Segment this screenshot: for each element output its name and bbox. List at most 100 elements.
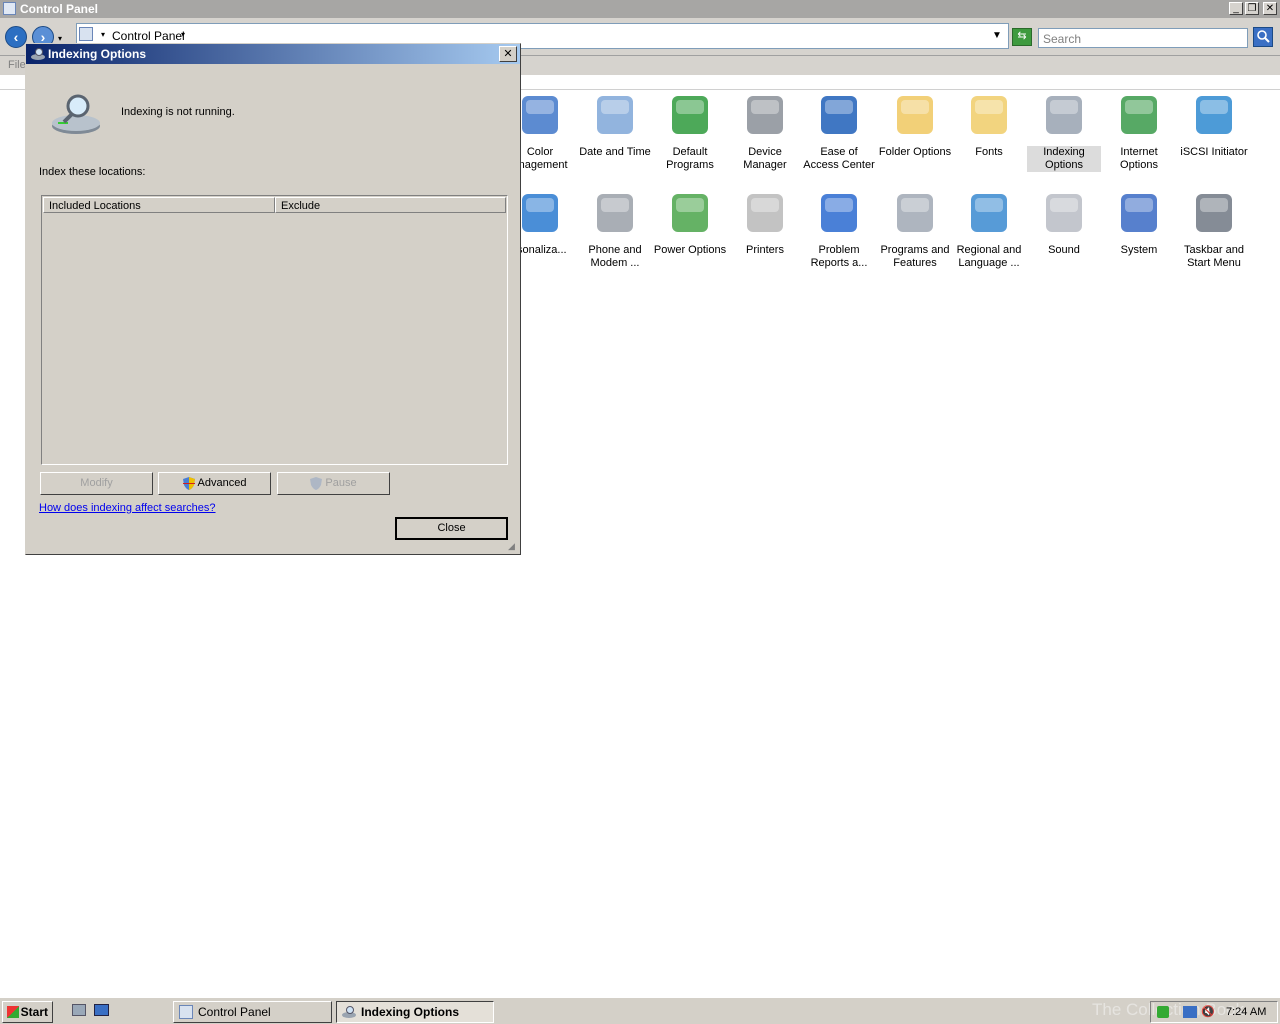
cp-item-label: Ease of Access Center (803, 146, 875, 171)
cp-item-taskbar-start[interactable]: Taskbar and Start Menu (1177, 190, 1251, 270)
sound-icon (1040, 190, 1088, 238)
security-tray-icon[interactable] (1157, 1006, 1169, 1018)
cp-item-label: iSCSI Initiator (1180, 146, 1248, 158)
uac-shield-icon (310, 476, 323, 490)
cp-item-iscsi[interactable]: iSCSI Initiator (1177, 92, 1251, 159)
indexing-status: Indexing is not running. (121, 106, 235, 118)
taskbar-control-panel[interactable]: Control Panel (173, 1001, 332, 1023)
cp-item-regional-language[interactable]: Regional and Language ... (952, 190, 1026, 270)
resize-grip-icon[interactable]: ◢ (508, 541, 515, 552)
dialog-title: Indexing Options (48, 47, 146, 61)
locations-list[interactable]: Included Locations Exclude (41, 195, 508, 465)
pause-button[interactable]: Pause (277, 472, 390, 495)
dialog-titlebar: Indexing Options ✕ (26, 44, 520, 64)
cp-item-label: Date and Time (579, 146, 651, 158)
column-header-included-locations[interactable]: Included Locations (43, 197, 275, 213)
network-tray-icon[interactable] (1183, 1006, 1197, 1018)
taskbar-indexing-options[interactable]: Indexing Options (336, 1001, 494, 1023)
printer-icon (741, 190, 789, 238)
clock[interactable]: 7:24 AM (1226, 1006, 1266, 1018)
address-dropdown-icon[interactable]: ▼ (992, 30, 1002, 41)
power-options-icon (666, 190, 714, 238)
search-icon[interactable] (1253, 27, 1273, 47)
iscsi-icon (1190, 92, 1238, 140)
windows-logo-icon (7, 1006, 19, 1018)
cp-item-sound[interactable]: Sound (1027, 190, 1101, 257)
refresh-icon[interactable]: ⇆ (1012, 28, 1032, 46)
breadcrumb[interactable]: Control Panel (112, 29, 185, 43)
cp-item-internet-options[interactable]: Internet Options (1102, 92, 1176, 172)
indexing-small-icon (30, 47, 46, 61)
maximize-button[interactable]: ❐ (1245, 2, 1259, 15)
internet-options-icon (1115, 92, 1163, 140)
cp-item-system[interactable]: System (1102, 190, 1176, 257)
recent-pages-chevron-icon[interactable]: ▾ (58, 34, 62, 43)
cp-item-phone-modem[interactable]: Phone and Modem ... (578, 190, 652, 270)
search-input[interactable]: Search (1038, 28, 1248, 48)
taskbar: Start Control Panel Indexing Options The… (0, 997, 1280, 1024)
window-title: Control Panel (20, 2, 99, 16)
cp-item-label: Power Options (653, 244, 727, 256)
cp-item-label: Printers (746, 244, 784, 256)
task-label: Control Panel (198, 1005, 271, 1019)
phone-modem-icon (591, 190, 639, 238)
breadcrumb-dropdown-icon[interactable]: ▾ (181, 30, 185, 39)
indexing-icon (1040, 92, 1088, 140)
cp-item-label: Problem Reports a... (810, 244, 868, 269)
device-manager-icon (741, 92, 789, 140)
indexing-icon (50, 92, 106, 138)
calendar-clock-icon (591, 92, 639, 140)
indexing-help-link[interactable]: How does indexing affect searches? (39, 502, 216, 514)
cp-item-problem-reports[interactable]: Problem Reports a... (802, 190, 876, 270)
menu-file[interactable]: File (8, 59, 26, 71)
cp-item-label: Folder Options (878, 146, 952, 158)
cp-item-label: Indexing Options (1027, 146, 1101, 172)
minimize-button[interactable]: _ (1229, 2, 1243, 15)
show-desktop-icon[interactable] (94, 1004, 109, 1016)
control-panel-small-icon (79, 27, 93, 41)
indexing-small-icon (341, 1005, 357, 1019)
cp-item-folder-options[interactable]: Folder Options (878, 92, 952, 159)
advanced-button-label: Advanced (197, 477, 247, 489)
color-management-icon (516, 92, 564, 140)
advanced-button[interactable]: Advanced (158, 472, 271, 495)
column-header-exclude[interactable]: Exclude (275, 197, 506, 213)
folder-options-icon (891, 92, 939, 140)
cp-item-label: Taskbar and Start Menu (1184, 244, 1244, 269)
modify-button[interactable]: Modify (40, 472, 153, 495)
dialog-close-action-button[interactable]: Close (395, 517, 508, 540)
cp-item-label: Regional and Language ... (956, 244, 1022, 269)
cp-item-ease-of-access[interactable]: Ease of Access Center (802, 92, 876, 172)
cp-item-default-programs[interactable]: Default Programs (653, 92, 727, 172)
regional-language-icon (965, 190, 1013, 238)
cp-item-printer[interactable]: Printers (728, 190, 802, 257)
server-manager-icon[interactable] (72, 1004, 86, 1016)
start-button[interactable]: Start (2, 1001, 53, 1023)
control-panel-small-icon (179, 1005, 193, 1019)
ease-of-access-icon (815, 92, 863, 140)
cp-item-power-options[interactable]: Power Options (653, 190, 727, 257)
cp-item-device-manager[interactable]: Device Manager (728, 92, 802, 172)
volume-muted-tray-icon[interactable]: 🔇 (1201, 1005, 1215, 1018)
cp-item-fonts-folder[interactable]: Fonts (952, 92, 1026, 159)
fonts-folder-icon (965, 92, 1013, 140)
cp-item-programs-features[interactable]: Programs and Features (878, 190, 952, 270)
cp-item-label: Default Programs (666, 146, 714, 171)
indexing-options-dialog: Indexing Options ✕ Indexing is not runni… (25, 43, 521, 555)
index-locations-label: Index these locations: (39, 166, 146, 178)
problem-reports-icon (815, 190, 863, 238)
task-label: Indexing Options (361, 1005, 459, 1019)
taskbar-start-icon (1190, 190, 1238, 238)
cp-item-label: Programs and Features (880, 244, 950, 269)
cp-item-label: Fonts (975, 146, 1003, 158)
uac-shield-icon (182, 476, 195, 490)
dialog-close-button[interactable]: ✕ (499, 46, 517, 62)
back-icon[interactable]: ‹ (5, 26, 27, 48)
breadcrumb-chevron-icon[interactable]: ▾ (101, 30, 105, 39)
close-window-button[interactable]: ✕ (1263, 2, 1277, 15)
cp-item-label: System (1120, 244, 1158, 256)
pause-button-label: Pause (325, 477, 357, 489)
cp-item-label: Phone and Modem ... (588, 244, 642, 269)
cp-item-indexing[interactable]: Indexing Options (1027, 92, 1101, 172)
cp-item-calendar-clock[interactable]: Date and Time (578, 92, 652, 159)
